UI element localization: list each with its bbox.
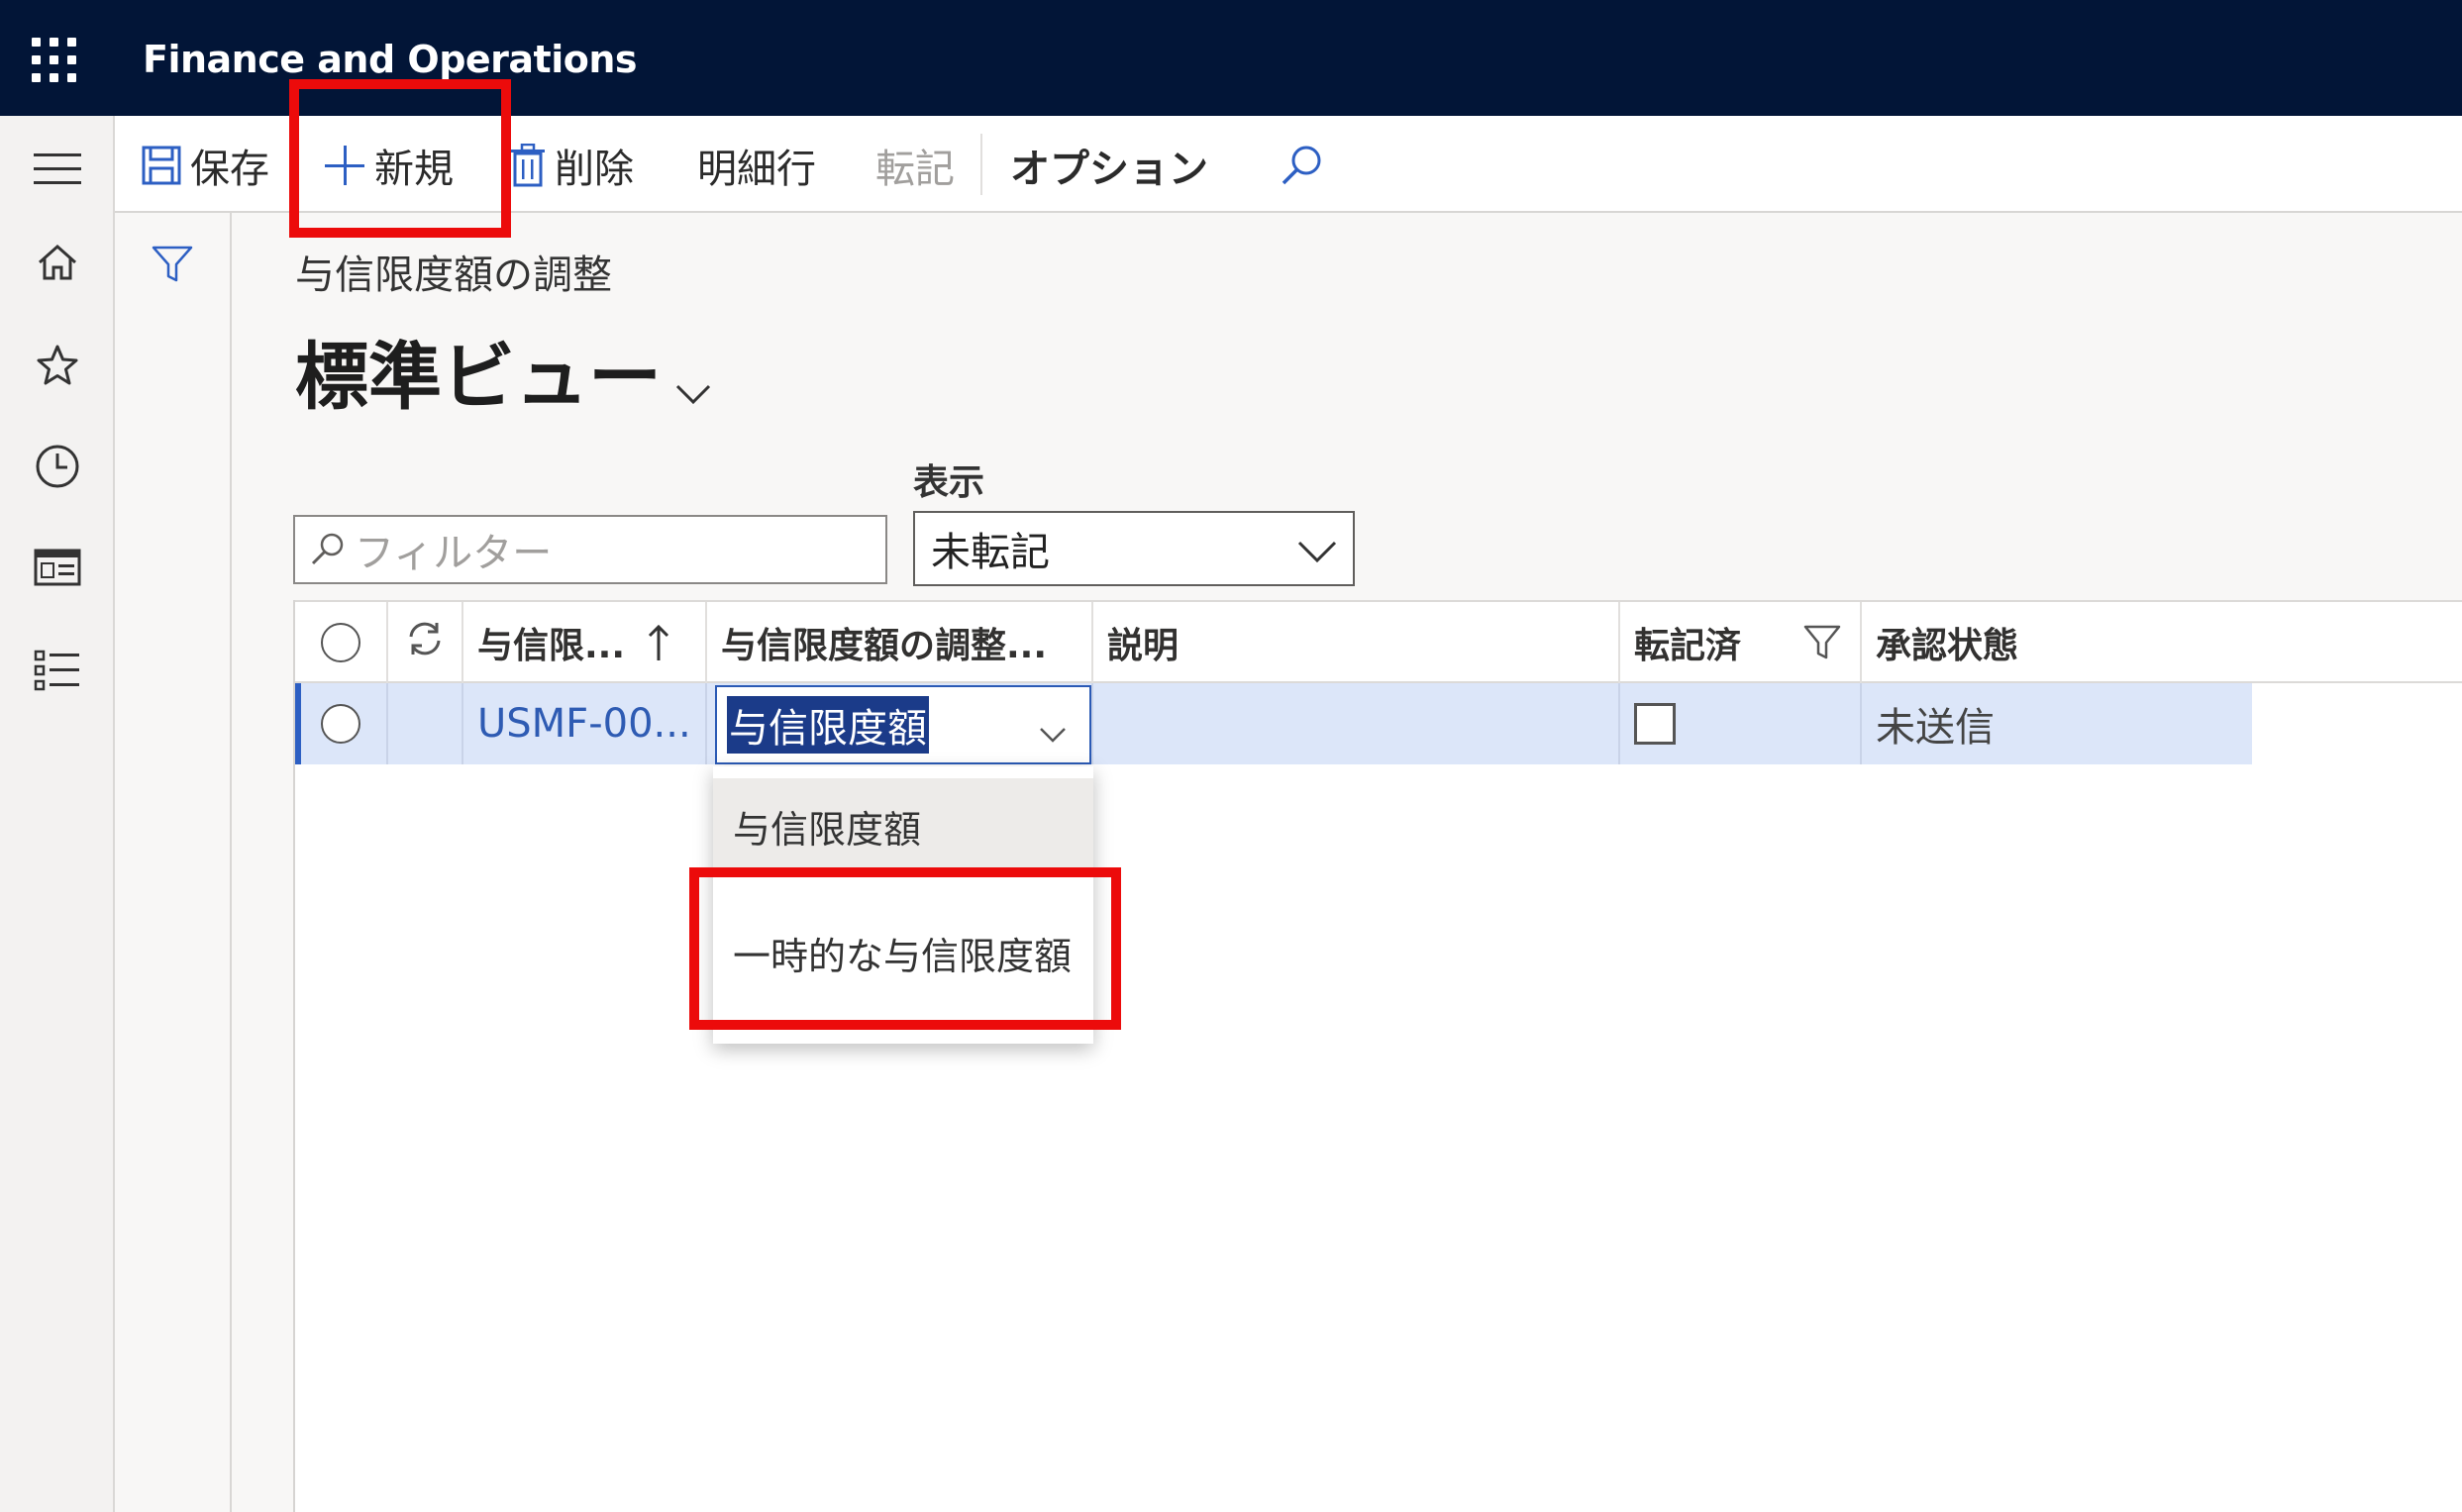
column-header-approval-status[interactable]: 承認状態 [1862, 602, 2462, 683]
post-button[interactable]: 転記 [875, 138, 955, 193]
save-label: 保存 [190, 147, 269, 192]
filter-funnel-icon[interactable] [151, 245, 194, 288]
row-id-link[interactable]: USMF-00... [463, 701, 691, 747]
data-grid: 与信限... 与信限度額の調整... 説明 転記済 承認状態 USMF-00..… [293, 600, 2462, 1512]
chevron-down-icon [1038, 709, 1068, 755]
row-description-cell[interactable] [1093, 683, 1620, 764]
post-label: 転記 [875, 147, 955, 192]
column-header-adjustment-type[interactable]: 与信限度額の調整... [707, 602, 1093, 683]
row-status-cell: 未送信 [1862, 683, 2252, 764]
table-row[interactable]: USMF-00... 未送信 [295, 683, 2252, 764]
home-icon[interactable] [28, 233, 87, 292]
radio-circle [321, 623, 360, 662]
view-name: 標準ビュー [295, 334, 662, 420]
column-header-label: 与信限度額の調整... [721, 626, 1048, 666]
row-approval-status: 未送信 [1876, 705, 1995, 751]
show-select[interactable]: 未転記 [913, 511, 1355, 586]
page-breadcrumb: 与信限度額の調整 [295, 252, 612, 298]
recent-clock-icon[interactable] [28, 437, 87, 496]
column-header-posted[interactable]: 転記済 [1620, 602, 1862, 683]
filter-placeholder: フィルター [355, 531, 553, 576]
chevron-down-icon [673, 339, 713, 424]
favorites-star-icon[interactable] [28, 336, 87, 395]
row-posted-cell[interactable] [1620, 683, 1862, 764]
refresh-icon [405, 619, 445, 667]
hamburger-menu-icon[interactable] [28, 140, 87, 199]
trash-icon [509, 144, 547, 187]
toolbar-separator [980, 134, 982, 195]
dropdown-option-credit-limit[interactable]: 与信限度額 [713, 778, 1093, 873]
filter-pane [115, 116, 232, 1512]
row-select-radio[interactable] [295, 683, 388, 764]
column-header-id[interactable]: 与信限... [463, 602, 707, 683]
sort-ascending-icon [647, 623, 670, 662]
grid-filter-input[interactable]: フィルター [293, 515, 887, 584]
column-filter-icon[interactable] [1802, 624, 1842, 670]
delete-button[interactable]: 削除 [509, 138, 634, 193]
adjustment-type-value: 与信限度額 [727, 696, 929, 754]
left-navigation [0, 116, 115, 1512]
lines-label: 明細行 [697, 147, 816, 192]
column-header-description[interactable]: 説明 [1093, 602, 1620, 683]
row-status-cell [388, 683, 463, 764]
view-selector[interactable]: 標準ビュー [295, 317, 713, 424]
grid-header: 与信限... 与信限度額の調整... 説明 転記済 承認状態 [295, 600, 2462, 683]
delete-label: 削除 [555, 147, 634, 192]
search-button[interactable] [1280, 138, 1333, 193]
save-icon [141, 145, 182, 186]
highlight-new-button [289, 79, 511, 238]
options-tab[interactable]: オプション [1010, 138, 1208, 193]
search-icon [309, 531, 347, 568]
show-selected-value: 未転記 [931, 530, 1050, 575]
lines-button[interactable]: 明細行 [697, 138, 816, 193]
show-label: 表示 [913, 462, 985, 503]
radio-circle [321, 704, 360, 744]
column-header-label: 与信限... [477, 626, 626, 666]
adjustment-type-select[interactable]: 与信限度額 [715, 685, 1091, 764]
save-button[interactable]: 保存 [141, 138, 269, 193]
highlight-temporary-option [689, 867, 1121, 1030]
column-header-label: 説明 [1107, 626, 1180, 666]
app-title[interactable]: Finance and Operations [143, 38, 638, 81]
row-id-cell[interactable]: USMF-00... [463, 683, 707, 764]
column-header-label: 転記済 [1634, 626, 1742, 666]
modules-list-icon[interactable] [28, 641, 87, 700]
chevron-down-icon [1295, 531, 1339, 576]
workspaces-icon[interactable] [28, 538, 87, 597]
search-icon [1280, 143, 1325, 188]
refresh-button[interactable] [388, 602, 463, 683]
options-label: オプション [1010, 147, 1208, 192]
column-header-label: 承認状態 [1876, 626, 2019, 666]
posted-checkbox[interactable] [1634, 703, 1676, 745]
app-launcher-icon[interactable] [32, 38, 81, 82]
select-all-radio[interactable] [295, 602, 388, 683]
